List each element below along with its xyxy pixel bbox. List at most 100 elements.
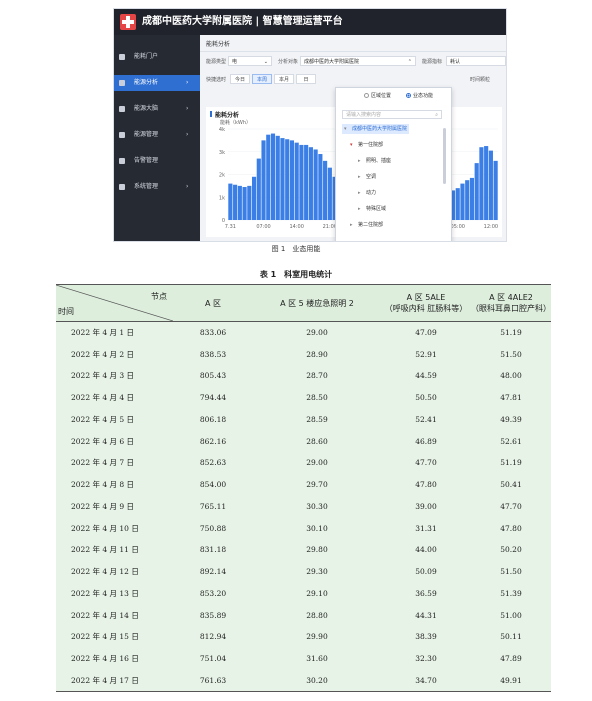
tree-item[interactable]: ▸ 第二住院部 bbox=[350, 220, 383, 230]
sidebar-item-label: 系统管理 bbox=[134, 183, 159, 190]
table-row: 2022 年 4 月 2 日 838.53 28.90 52.91 51.50 bbox=[56, 343, 551, 365]
caret-icon: ▸ bbox=[358, 158, 361, 164]
tree-item[interactable]: ▾ 第一住院部 bbox=[350, 140, 383, 150]
value-cell: 751.04 bbox=[199, 654, 227, 664]
chevron-right-icon: › bbox=[186, 79, 189, 86]
table-row: 2022 年 4 月 12 日 892.14 29.30 50.09 51.50 bbox=[56, 560, 551, 583]
sidebar-item[interactable]: 能耗门户 bbox=[114, 49, 200, 65]
value-cell: 47.80 bbox=[415, 480, 437, 490]
tree-item[interactable]: ▸ 空调 bbox=[358, 172, 376, 182]
target-select[interactable]: 成都中医药大学附属医院 ⌃ bbox=[300, 56, 416, 66]
quick-time-button[interactable]: 本周 bbox=[252, 74, 272, 84]
column-header: A 区 5ALE （呼吸内科 肛肠科等） bbox=[384, 293, 468, 313]
value-cell: 47.80 bbox=[500, 523, 522, 533]
caret-icon: ▸ bbox=[358, 174, 361, 180]
table-row: 2022 年 4 月 16 日 751.04 31.60 32.30 47.89 bbox=[56, 647, 551, 670]
chart-bar bbox=[280, 138, 285, 220]
dim-label: 能源指标 bbox=[422, 59, 443, 65]
header-node: 节点 bbox=[151, 292, 167, 301]
value-cell: 750.88 bbox=[199, 523, 227, 533]
tree-item[interactable]: ▾ 成都中医药大学附属医院 bbox=[342, 124, 410, 134]
column-header: A 区 4ALE2 （眼科耳鼻口腔产科） bbox=[471, 293, 551, 313]
date-cell: 2022 年 4 月 1 日 bbox=[71, 328, 135, 338]
value-cell: 28.90 bbox=[306, 349, 328, 359]
value-cell: 29.10 bbox=[306, 588, 328, 598]
bell-icon bbox=[119, 158, 125, 164]
quick-time-button[interactable]: 日 bbox=[296, 74, 316, 84]
value-cell: 831.18 bbox=[199, 545, 227, 555]
x-tick-label: 7.31 bbox=[225, 224, 236, 230]
hospital-logo-icon bbox=[120, 14, 136, 30]
chevron-up-icon: ⌃ bbox=[407, 59, 412, 65]
table-row: 2022 年 4 月 7 日 852.63 29.00 47.70 51.19 bbox=[56, 452, 551, 474]
sidebar-item[interactable]: 能源管理 › bbox=[114, 127, 200, 143]
chart-bar bbox=[237, 185, 242, 220]
value-cell: 765.11 bbox=[199, 501, 227, 511]
table-header-row: 节点 时间 A 区 A 区 5 楼应急照明 2 A 区 5ALE （呼吸内科 肛… bbox=[56, 284, 551, 322]
chart-bar bbox=[323, 160, 328, 220]
dim-select[interactable]: 耗认 bbox=[446, 56, 506, 66]
sidebar: 能耗门户 能源分析 › 能源大脑 › 能源管理 › 告警管理 系统管理 › bbox=[114, 35, 200, 241]
figure-caption: 图 1 业态用能 bbox=[271, 245, 321, 253]
breadcrumb: 能耗分析 bbox=[206, 41, 231, 48]
tree-item-label: 特殊区域 bbox=[366, 206, 387, 212]
chart-bar bbox=[455, 188, 460, 220]
y-tick-label: 1k bbox=[219, 195, 225, 201]
home-icon bbox=[119, 54, 125, 60]
radio-region[interactable]: 区域位置 bbox=[364, 92, 391, 99]
value-cell: 761.63 bbox=[199, 675, 227, 685]
value-cell: 52.61 bbox=[500, 436, 522, 446]
search-placeholder: 请输入搜索内容 bbox=[346, 112, 382, 118]
time-granularity-label: 时间颗粒 bbox=[470, 77, 491, 83]
energy-type-select[interactable]: 电 ⌄ bbox=[228, 56, 272, 66]
chart-bar bbox=[256, 158, 261, 220]
chart-bar bbox=[261, 140, 266, 220]
value-cell: 854.00 bbox=[199, 480, 227, 490]
date-cell: 2022 年 4 月 12 日 bbox=[71, 567, 139, 577]
value-cell: 29.90 bbox=[306, 632, 328, 642]
date-cell: 2022 年 4 月 5 日 bbox=[71, 414, 135, 424]
chevron-right-icon: › bbox=[186, 105, 189, 112]
radio-business[interactable]: 业态功能 bbox=[406, 92, 433, 99]
value-cell: 51.50 bbox=[500, 349, 522, 359]
scrollbar[interactable] bbox=[443, 128, 446, 184]
tree-item[interactable]: ▸ 照明、插座 bbox=[358, 156, 391, 166]
value-cell: 49.39 bbox=[500, 414, 522, 424]
caret-icon: ▾ bbox=[350, 142, 353, 148]
sidebar-item[interactable]: 能源分析 › bbox=[114, 75, 200, 91]
energy-type-label: 能源类型 bbox=[206, 59, 227, 65]
tree-item-label: 成都中医药大学附属医院 bbox=[352, 126, 408, 132]
tree-item[interactable]: ▸ 特殊区域 bbox=[358, 204, 386, 214]
tree-item-label: 第二住院部 bbox=[358, 222, 384, 228]
x-tick-label: 14:00 bbox=[289, 224, 303, 230]
dashboard-screenshot: 成都中医药大学附属医院 | 智慧管理运营平台 能耗门户 能源分析 › 能源大脑 › 能源管… bbox=[113, 8, 507, 242]
value-cell: 50.50 bbox=[415, 393, 437, 403]
chart-bar bbox=[275, 135, 280, 220]
value-cell: 51.19 bbox=[500, 458, 522, 468]
date-cell: 2022 年 4 月 11 日 bbox=[71, 545, 139, 555]
date-cell: 2022 年 4 月 8 日 bbox=[71, 480, 135, 490]
value-cell: 805.43 bbox=[199, 371, 227, 381]
value-cell: 34.70 bbox=[415, 675, 437, 685]
tree-search-input[interactable]: 请输入搜索内容 ⌕ bbox=[342, 110, 442, 119]
table-row: 2022 年 4 月 11 日 831.18 29.80 44.00 50.20 bbox=[56, 539, 551, 561]
radio-business-label: 业态功能 bbox=[413, 93, 434, 99]
column-header: A 区 bbox=[204, 298, 221, 308]
date-cell: 2022 年 4 月 9 日 bbox=[71, 501, 135, 511]
date-cell: 2022 年 4 月 15 日 bbox=[71, 632, 139, 642]
value-cell: 833.06 bbox=[199, 328, 227, 338]
chart-bar bbox=[299, 144, 304, 220]
value-cell: 31.31 bbox=[415, 523, 437, 533]
sidebar-item[interactable]: 告警管理 bbox=[114, 153, 200, 169]
quick-time-button[interactable]: 本月 bbox=[274, 74, 294, 84]
tree-item[interactable]: ▸ 动力 bbox=[358, 188, 376, 198]
value-cell: 52.41 bbox=[415, 414, 437, 424]
radio-region-label: 区域位置 bbox=[371, 93, 392, 99]
sidebar-item[interactable]: 能源大脑 › bbox=[114, 101, 200, 117]
value-cell: 28.60 bbox=[306, 436, 328, 446]
value-cell: 28.59 bbox=[306, 414, 328, 424]
sidebar-item[interactable]: 系统管理 › bbox=[114, 179, 200, 195]
quick-time-button[interactable]: 今日 bbox=[230, 74, 250, 84]
value-cell: 892.14 bbox=[199, 567, 227, 577]
value-cell: 28.80 bbox=[306, 610, 328, 620]
